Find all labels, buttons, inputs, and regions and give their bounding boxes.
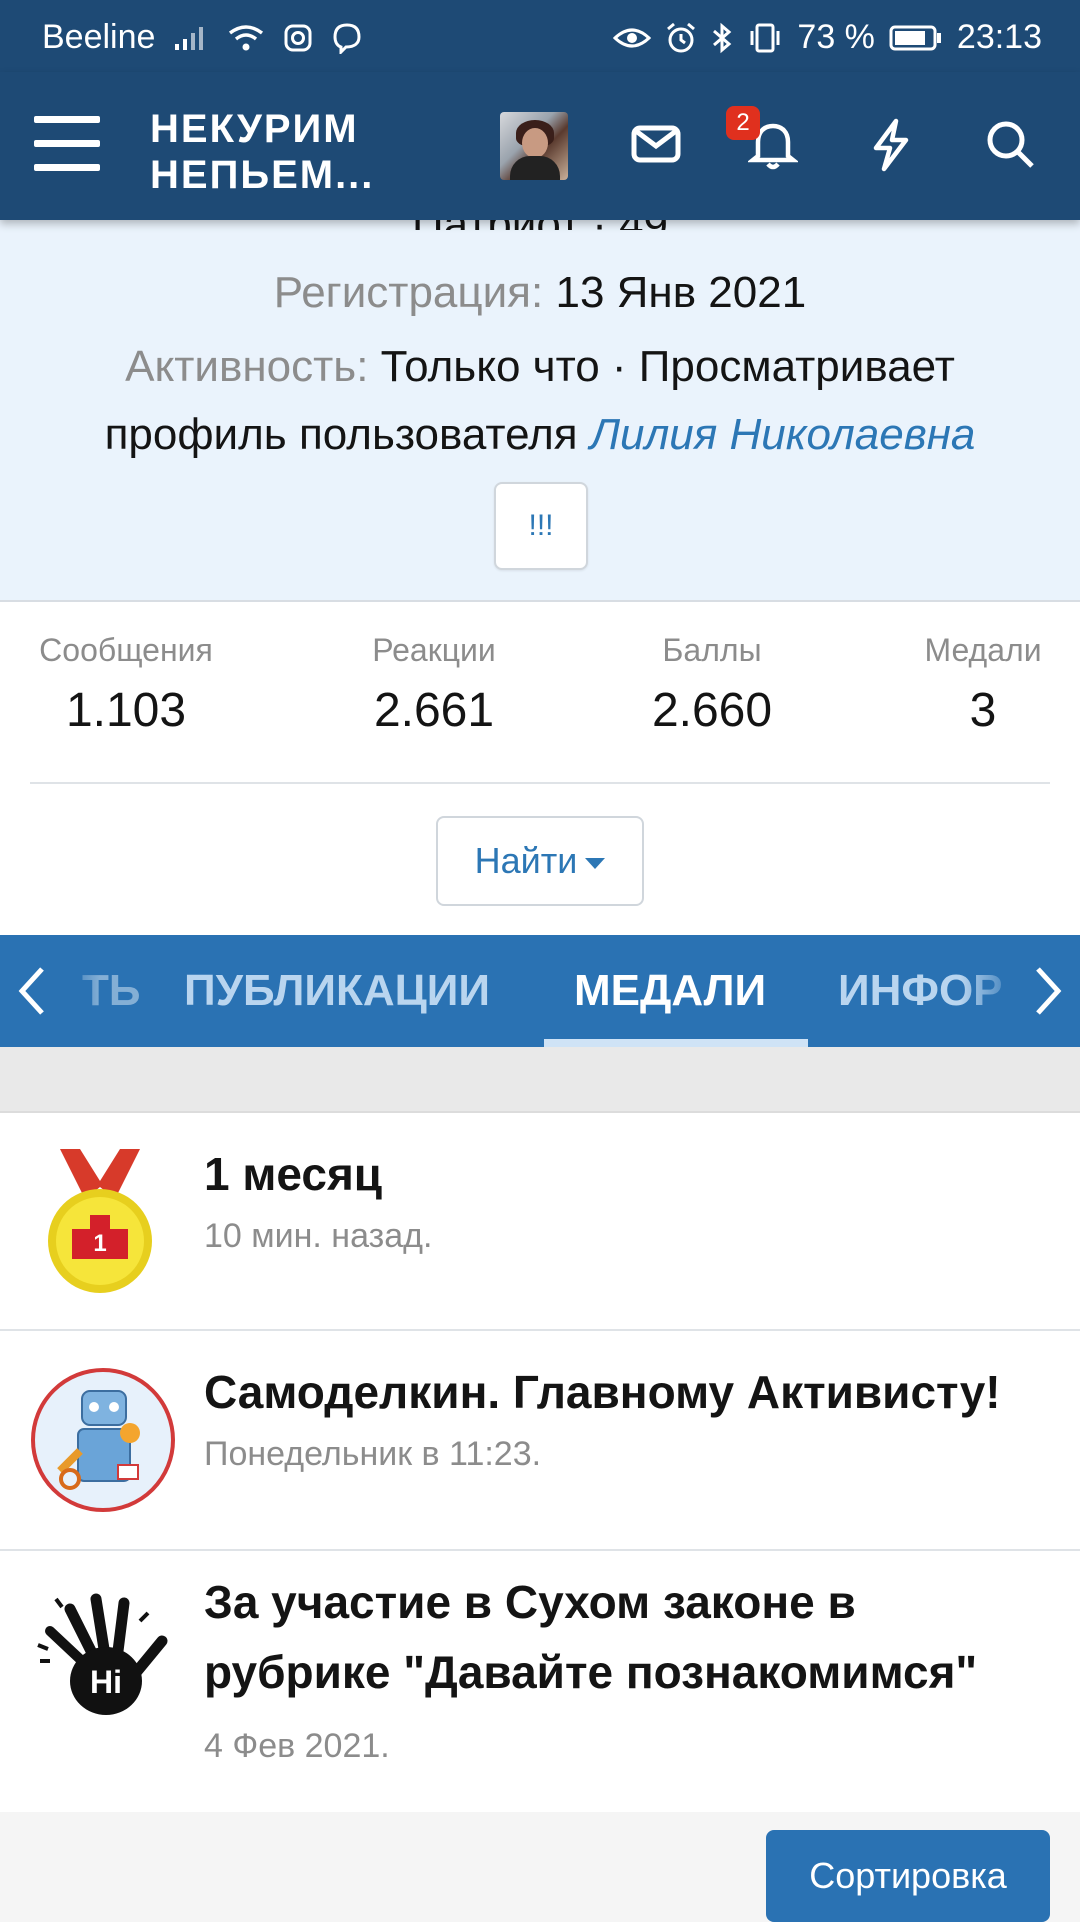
find-button-label: Найти (474, 840, 578, 881)
chevron-left-icon[interactable] (8, 963, 58, 1019)
stat-points[interactable]: Баллы 2.660 (622, 632, 802, 738)
medal-title: Самоделкин. Главному Активисту! (204, 1366, 1001, 1418)
notification-badge: 2 (726, 106, 760, 140)
registration-label: Регистрация: (273, 268, 544, 317)
viber-icon (333, 22, 361, 54)
find-button[interactable]: Найти (436, 816, 644, 906)
clock-time: 23:13 (956, 18, 1042, 56)
exclamation-button[interactable]: !!! (494, 482, 588, 570)
logo-line-1: НЕКУРИМ (150, 107, 359, 151)
activity-line-2: профиль пользователя Лилия Николаевна (0, 410, 1080, 460)
logo-line-2: НЕПЬЕМ... (150, 153, 375, 197)
hi-hand-icon: Hi (37, 1593, 168, 1715)
medal-item[interactable]: 1 1 месяц 10 мин. назад. (0, 1113, 1080, 1331)
medal-item[interactable]: Самоделкин. Главному Активисту! Понедель… (0, 1331, 1080, 1551)
sort-button[interactable]: Сортировка (766, 1830, 1050, 1922)
active-tab-indicator (544, 1039, 808, 1047)
section-spacer (0, 1047, 1080, 1113)
tab-publications[interactable]: ПУБЛИКАЦИИ (184, 935, 490, 1047)
mail-icon[interactable] (630, 118, 682, 170)
chevron-right-icon[interactable] (1024, 963, 1074, 1019)
registration-value: 13 Янв 2021 (555, 268, 807, 317)
stat-label: Сообщения (39, 632, 213, 668)
viewed-user-link[interactable]: Лилия Николаевна (590, 410, 976, 459)
profile-info: Патриот · 49 Регистрация: 13 Янв 2021 Ак… (0, 200, 1080, 602)
stats-section: Сообщения 1.103 Реакции 2.661 Баллы 2.66… (0, 602, 1080, 935)
app-header: НЕКУРИМ НЕПЬЕМ... 2 (0, 72, 1080, 220)
robot-badge-icon (31, 1368, 175, 1512)
eye-icon (613, 28, 652, 47)
instagram-icon (284, 24, 312, 51)
wifi-icon (229, 24, 264, 50)
stat-reactions[interactable]: Реакции 2.661 (344, 632, 524, 738)
registration-line: Регистрация: 13 Янв 2021 (0, 268, 1080, 318)
carrier-name: Beeline (42, 18, 156, 56)
activity-text: профиль пользователя (104, 410, 578, 459)
vibrate-icon (750, 23, 780, 52)
stat-messages[interactable]: Сообщения 1.103 (30, 632, 222, 738)
medal-date: 10 мин. назад. (204, 1217, 433, 1255)
stat-medals[interactable]: Медали 3 (900, 632, 1066, 738)
stat-value: 1.103 (65, 684, 187, 737)
medal-date: 4 Фев 2021. (204, 1727, 390, 1765)
site-logo[interactable]: НЕКУРИМ НЕПЬЕМ... (150, 106, 374, 198)
stat-value: 3 (969, 684, 997, 737)
activity-value: Только что · Просматривает (380, 342, 955, 391)
menu-icon[interactable] (34, 116, 100, 174)
medal-gold-icon: 1 (48, 1149, 152, 1293)
medal-title-line-2: рубрике "Давайте познакомимся" (204, 1646, 978, 1698)
profile-tabs: ТЬ ПУБЛИКАЦИИ МЕДАЛИ ИНФОР (0, 935, 1080, 1047)
stat-value: 2.661 (373, 684, 495, 737)
divider (30, 782, 1050, 784)
medal-date: Понедельник в 11:23. (204, 1435, 542, 1473)
medal-item[interactable]: Hi За участие в Сухом законе в рубрике "… (0, 1551, 1080, 1815)
tab-medals[interactable]: МЕДАЛИ (574, 935, 766, 1047)
search-icon[interactable] (984, 118, 1036, 170)
medals-list: 1 1 месяц 10 мин. назад. Самоделкин. Гла… (0, 1113, 1080, 1815)
stat-label: Медали (924, 632, 1042, 668)
svg-text:Hi: Hi (90, 1664, 122, 1700)
battery-icon (889, 25, 941, 50)
activity-line: Активность: Только что · Просматривает (0, 342, 1080, 392)
medal-title: 1 месяц (204, 1148, 383, 1200)
signal-icon (175, 26, 204, 50)
medal-title-line-1: За участие в Сухом законе в (204, 1576, 856, 1628)
stat-label: Баллы (662, 632, 762, 668)
chevron-down-icon (585, 857, 606, 869)
svg-text:1: 1 (93, 1230, 106, 1257)
user-avatar[interactable] (500, 112, 568, 180)
stat-label: Реакции (372, 632, 496, 668)
activity-label: Активность: (125, 342, 369, 391)
battery-percent: 73 % (797, 18, 875, 56)
lightning-icon[interactable] (868, 118, 914, 172)
bluetooth-icon (713, 22, 732, 53)
list-footer: Сортировка (0, 1812, 1080, 1922)
status-bar: Beeline 73 % 23:13 (0, 0, 1080, 72)
alarm-icon (667, 22, 696, 52)
stat-value: 2.660 (651, 684, 773, 737)
